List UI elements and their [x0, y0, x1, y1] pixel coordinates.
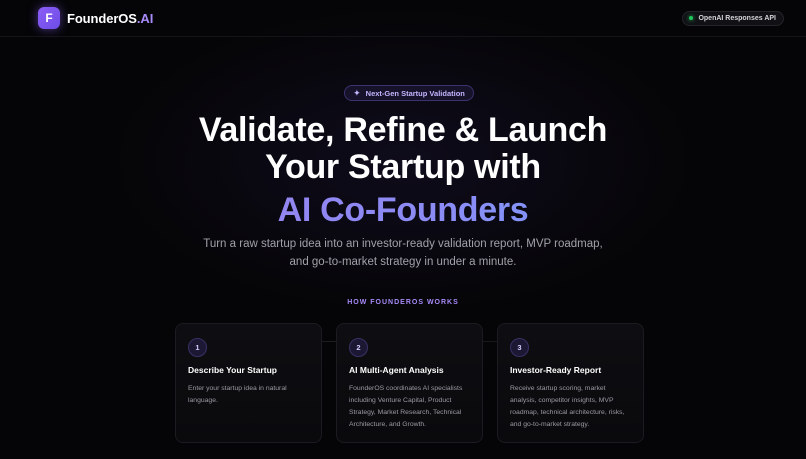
- how-it-works-label: HOW FOUNDEROS WORKS: [347, 299, 459, 306]
- step-card-report: 3 Investor-Ready Report Receive startup …: [497, 323, 644, 443]
- landing-page: F FounderOS.AI OpenAI Responses API ✦ Ne…: [0, 0, 806, 459]
- api-status-badge: OpenAI Responses API: [682, 10, 784, 26]
- step-description: Receive startup scoring, market analysis…: [510, 385, 625, 428]
- hero-headline: Validate, Refine & Launch Your Startup w…: [0, 112, 806, 229]
- brand-name-suffix: .AI: [136, 10, 154, 26]
- hero-tag-label: Next-Gen Startup Validation: [365, 88, 465, 98]
- api-badge-label: OpenAI Responses API: [698, 14, 776, 22]
- step-description: Enter your startup idea in natural langu…: [188, 385, 287, 404]
- sparkles-icon: ✦: [353, 87, 361, 98]
- step-number-badge: 3: [510, 338, 529, 357]
- hero-subtitle: Turn a raw startup idea into an investor…: [203, 238, 603, 268]
- step-title: AI Multi-Agent Analysis: [349, 365, 444, 375]
- logo-mark-icon: F: [38, 7, 60, 29]
- step-number-badge: 2: [349, 338, 368, 357]
- step-card-analysis: 2 AI Multi-Agent Analysis FounderOS coor…: [336, 323, 483, 443]
- step-card-describe: 1 Describe Your Startup Enter your start…: [175, 323, 322, 443]
- step-description: FounderOS coordinates AI specialists inc…: [349, 385, 463, 428]
- top-navbar: F FounderOS.AI OpenAI Responses API: [0, 0, 806, 37]
- brand-logo[interactable]: F FounderOS.AI: [38, 7, 153, 29]
- brand-name: FounderOS.AI: [67, 11, 153, 26]
- logo-letter: F: [45, 11, 53, 25]
- headline-highlight: AI Co-Founders: [0, 192, 806, 229]
- steps-grid: 1 Describe Your Startup Enter your start…: [175, 323, 644, 443]
- step-title: Describe Your Startup: [188, 365, 277, 375]
- step-number-badge: 1: [188, 338, 207, 357]
- headline-line-1: Validate, Refine & Launch: [198, 111, 608, 149]
- hero-tag-pill: ✦ Next-Gen Startup Validation: [344, 85, 474, 101]
- brand-name-main: FounderOS: [67, 10, 137, 26]
- headline-line-2: Your Startup with: [265, 148, 541, 186]
- status-dot-icon: [689, 16, 694, 20]
- step-title: Investor-Ready Report: [510, 365, 602, 375]
